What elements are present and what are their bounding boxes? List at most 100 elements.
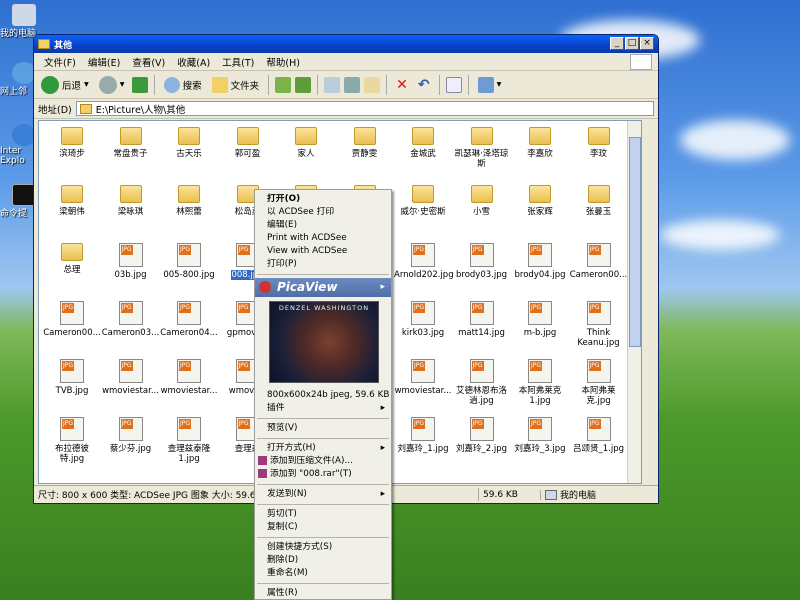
folder-icon [61, 127, 83, 145]
file-item[interactable]: Cameron00... [43, 301, 101, 338]
file-item[interactable]: 布拉德彼特.jpg [43, 417, 101, 464]
file-item[interactable]: Cameron00... [570, 243, 628, 280]
folder-icon [61, 243, 83, 261]
back-button[interactable]: 后退 ▾ [38, 74, 92, 96]
item-label: 刘嘉玲_2.jpg [455, 444, 507, 454]
desktop-icon-my-computer[interactable]: 我的电脑 [0, 4, 40, 39]
folder-icon [529, 127, 551, 145]
file-item[interactable]: 03b.jpg [102, 243, 160, 280]
folder-item[interactable]: 总理 [43, 243, 101, 275]
chevron-right-icon: ▸ [380, 403, 385, 413]
delete-icon[interactable]: ✕ [393, 75, 411, 95]
folder-item[interactable]: 凯瑟琳·泽塔琼斯 [453, 127, 511, 169]
file-item[interactable]: 刘嘉玲_2.jpg [453, 417, 511, 454]
scrollbar-thumb[interactable] [629, 137, 641, 347]
file-item[interactable]: 本阿弗莱克.jpg [570, 359, 628, 406]
file-item[interactable]: 艾德林恩布洛逍.jpg [453, 359, 511, 406]
properties-icon[interactable] [445, 76, 462, 93]
file-item[interactable]: 刘嘉玲_3.jpg [511, 417, 569, 454]
file-item[interactable]: brody03.jpg [453, 243, 511, 280]
address-field[interactable]: E:\Picture\人物\其他 [75, 101, 654, 116]
file-item[interactable]: matt14.jpg [453, 301, 511, 338]
folder-item[interactable]: 小雪 [453, 185, 511, 217]
undo-icon[interactable]: ↶ [415, 75, 433, 95]
file-item[interactable]: m-b.jpg [511, 301, 569, 338]
folder-item[interactable]: 郭可盈 [219, 127, 277, 159]
file-item[interactable]: Cameron04... [160, 301, 218, 338]
menu-print[interactable]: 打印(P) [255, 258, 391, 271]
file-item[interactable]: wmoviestar... [394, 359, 452, 396]
maximize-button[interactable]: □ [625, 37, 639, 50]
folder-item[interactable]: 常盘贵子 [102, 127, 160, 159]
file-item[interactable]: 蔡少芬.jpg [102, 417, 160, 454]
folder-item[interactable]: 贾静雯 [336, 127, 394, 159]
menu-plugins[interactable]: 插件 ▸ [255, 402, 391, 415]
file-item[interactable]: 吕颂贤_1.jpg [570, 417, 628, 454]
item-label: 威尔·史密斯 [400, 207, 446, 217]
close-button[interactable]: × [640, 37, 654, 50]
copy-icon[interactable] [324, 76, 341, 93]
vertical-scrollbar[interactable] [627, 121, 641, 483]
menu-edit[interactable]: 编辑(E) [82, 55, 126, 69]
copy-to-icon[interactable] [295, 76, 312, 93]
menu-properties[interactable]: 属性(R) [255, 587, 391, 600]
cut-icon[interactable] [344, 76, 361, 93]
file-item[interactable]: brody04.jpg [511, 243, 569, 280]
folder-item[interactable]: 李玟 [570, 127, 628, 159]
file-item[interactable]: wmoviestar... [102, 359, 160, 396]
menu-copy[interactable]: 复制(C) [255, 521, 391, 534]
file-item[interactable]: Cameron03... [102, 301, 160, 338]
menu-create-shortcut[interactable]: 创建快捷方式(S) [255, 541, 391, 554]
minimize-button[interactable]: _ [610, 37, 624, 50]
jpg-file-icon [60, 417, 84, 441]
folder-item[interactable]: 梁咏琪 [102, 185, 160, 217]
menu-send-to[interactable]: 发送到(N) ▸ [255, 488, 391, 501]
search-button[interactable]: 搜索 [161, 75, 205, 95]
title-bar[interactable]: 其他 [34, 35, 658, 53]
menu-view[interactable]: 查看(V) [126, 55, 171, 69]
file-item[interactable]: 本阿弗莱克1.jpg [511, 359, 569, 406]
folder-item[interactable]: 林熙蕾 [160, 185, 218, 217]
file-item[interactable]: wmoviestar... [160, 359, 218, 396]
menu-acdsee-print[interactable]: 以 ACDSee 打印 [255, 206, 391, 219]
move-to-icon[interactable] [275, 76, 292, 93]
folder-item[interactable]: 家人 [277, 127, 335, 159]
file-item[interactable]: Arnold202.jpg [394, 243, 454, 280]
menu-tools[interactable]: 工具(T) [216, 55, 260, 69]
file-item[interactable]: 刘嘉玲_1.jpg [394, 417, 452, 454]
menu-print-acdsee[interactable]: Print with ACDSee [255, 232, 391, 245]
file-item[interactable]: TVB.jpg [43, 359, 101, 396]
folder-item[interactable]: 金城武 [394, 127, 452, 159]
menu-view-acdsee[interactable]: View with ACDSee [255, 245, 391, 258]
up-folder-icon[interactable] [131, 76, 148, 93]
folder-item[interactable]: 张曼玉 [570, 185, 628, 217]
menu-open[interactable]: 打开(O) [255, 193, 391, 206]
folder-item[interactable]: 古天乐 [160, 127, 218, 159]
folder-item[interactable]: 滨琦步 [43, 127, 101, 159]
folder-item[interactable]: 李嘉欣 [511, 127, 569, 159]
file-item[interactable]: Think Keanu.jpg [570, 301, 628, 348]
menu-delete[interactable]: 删除(D) [255, 554, 391, 567]
menu-open-with[interactable]: 打开方式(H) ▸ [255, 442, 391, 455]
picaview-submenu[interactable]: PicaView ▸ [255, 278, 391, 297]
menu-favorites[interactable]: 收藏(A) [171, 55, 216, 69]
menu-help[interactable]: 帮助(H) [260, 55, 306, 69]
forward-button[interactable]: ▾ [96, 74, 128, 96]
item-label: Cameron04... [160, 328, 218, 338]
file-item[interactable]: 查理兹泰隆1.jpg [160, 417, 218, 464]
folder-item[interactable]: 梁朝伟 [43, 185, 101, 217]
file-item[interactable]: 005-800.jpg [160, 243, 218, 280]
file-item[interactable]: kirk03.jpg [394, 301, 452, 338]
menu-edit-item[interactable]: 编辑(E) [255, 219, 391, 232]
menu-add-rar[interactable]: 添加到 "008.rar"(T) [255, 468, 391, 481]
menu-cut[interactable]: 剪切(T) [255, 508, 391, 521]
menu-file[interactable]: 文件(F) [38, 55, 82, 69]
folder-item[interactable]: 威尔·史密斯 [394, 185, 452, 217]
menu-add-archive[interactable]: 添加到压缩文件(A)... [255, 455, 391, 468]
menu-preview[interactable]: 预览(V) [255, 422, 391, 435]
folder-item[interactable]: 张家辉 [511, 185, 569, 217]
views-button[interactable]: ▾ [475, 75, 505, 95]
menu-rename[interactable]: 重命名(M) [255, 567, 391, 580]
folders-button[interactable]: 文件夹 [209, 75, 263, 95]
paste-icon[interactable] [364, 76, 381, 93]
